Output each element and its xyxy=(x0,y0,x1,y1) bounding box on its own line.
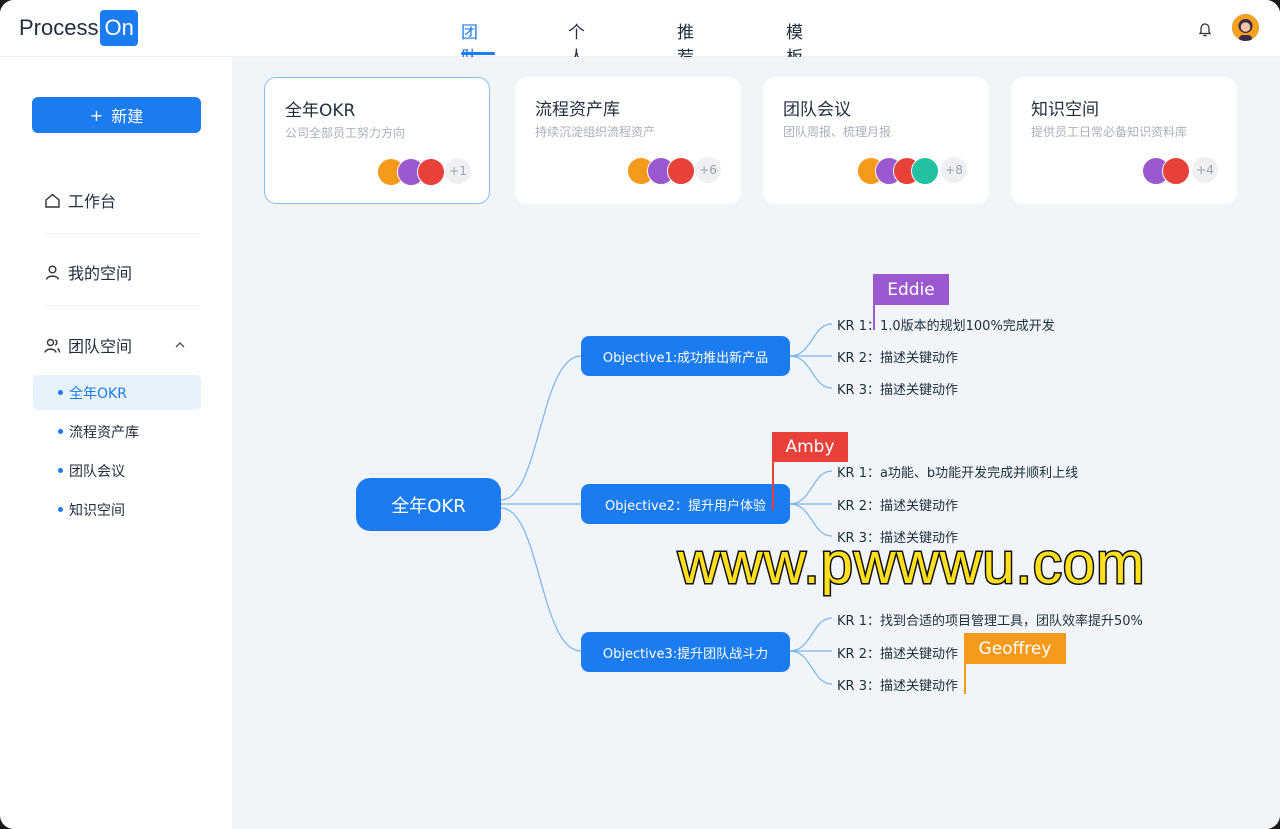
app-window: ProcessOn 团队 个人 推荐 模板 + 新建 xyxy=(0,0,1280,829)
kr-node[interactable]: KR 3：描述关键动作 xyxy=(837,675,958,694)
objective-node-1[interactable]: Objective1:成功推出新产品 xyxy=(581,336,790,376)
watermark-text: www.pwwwu.com xyxy=(676,530,1146,598)
objective-node-3[interactable]: Objective3:提升团队战斗力 xyxy=(581,632,790,672)
cursor-line xyxy=(873,305,875,330)
collaborator-cursor-amby: Amby xyxy=(772,432,848,462)
collaborator-cursor-geoffrey: Geoffrey xyxy=(964,633,1066,664)
cursor-line xyxy=(964,664,966,694)
kr-node[interactable]: KR 1：找到合适的项目管理工具，团队效率提升50% xyxy=(837,610,1143,629)
kr-node[interactable]: KR 2：描述关键动作 xyxy=(837,495,958,514)
kr-node[interactable]: KR 1：a功能、b功能开发完成并顺利上线 xyxy=(837,462,1078,481)
kr-node[interactable]: KR 2：描述关键动作 xyxy=(837,643,958,662)
kr-node[interactable]: KR 2：描述关键动作 xyxy=(837,347,958,366)
cursor-line xyxy=(772,462,774,510)
kr-node[interactable]: KR 1：1.0版本的规划100%完成开发 xyxy=(837,315,1055,334)
mind-map-root[interactable]: 全年OKR xyxy=(356,478,501,531)
kr-node[interactable]: KR 3：描述关键动作 xyxy=(837,379,958,398)
objective-node-2[interactable]: Objective2：提升用户体验 xyxy=(581,484,790,524)
collaborator-cursor-eddie: Eddie xyxy=(873,274,949,305)
mind-map-connectors xyxy=(500,323,833,685)
